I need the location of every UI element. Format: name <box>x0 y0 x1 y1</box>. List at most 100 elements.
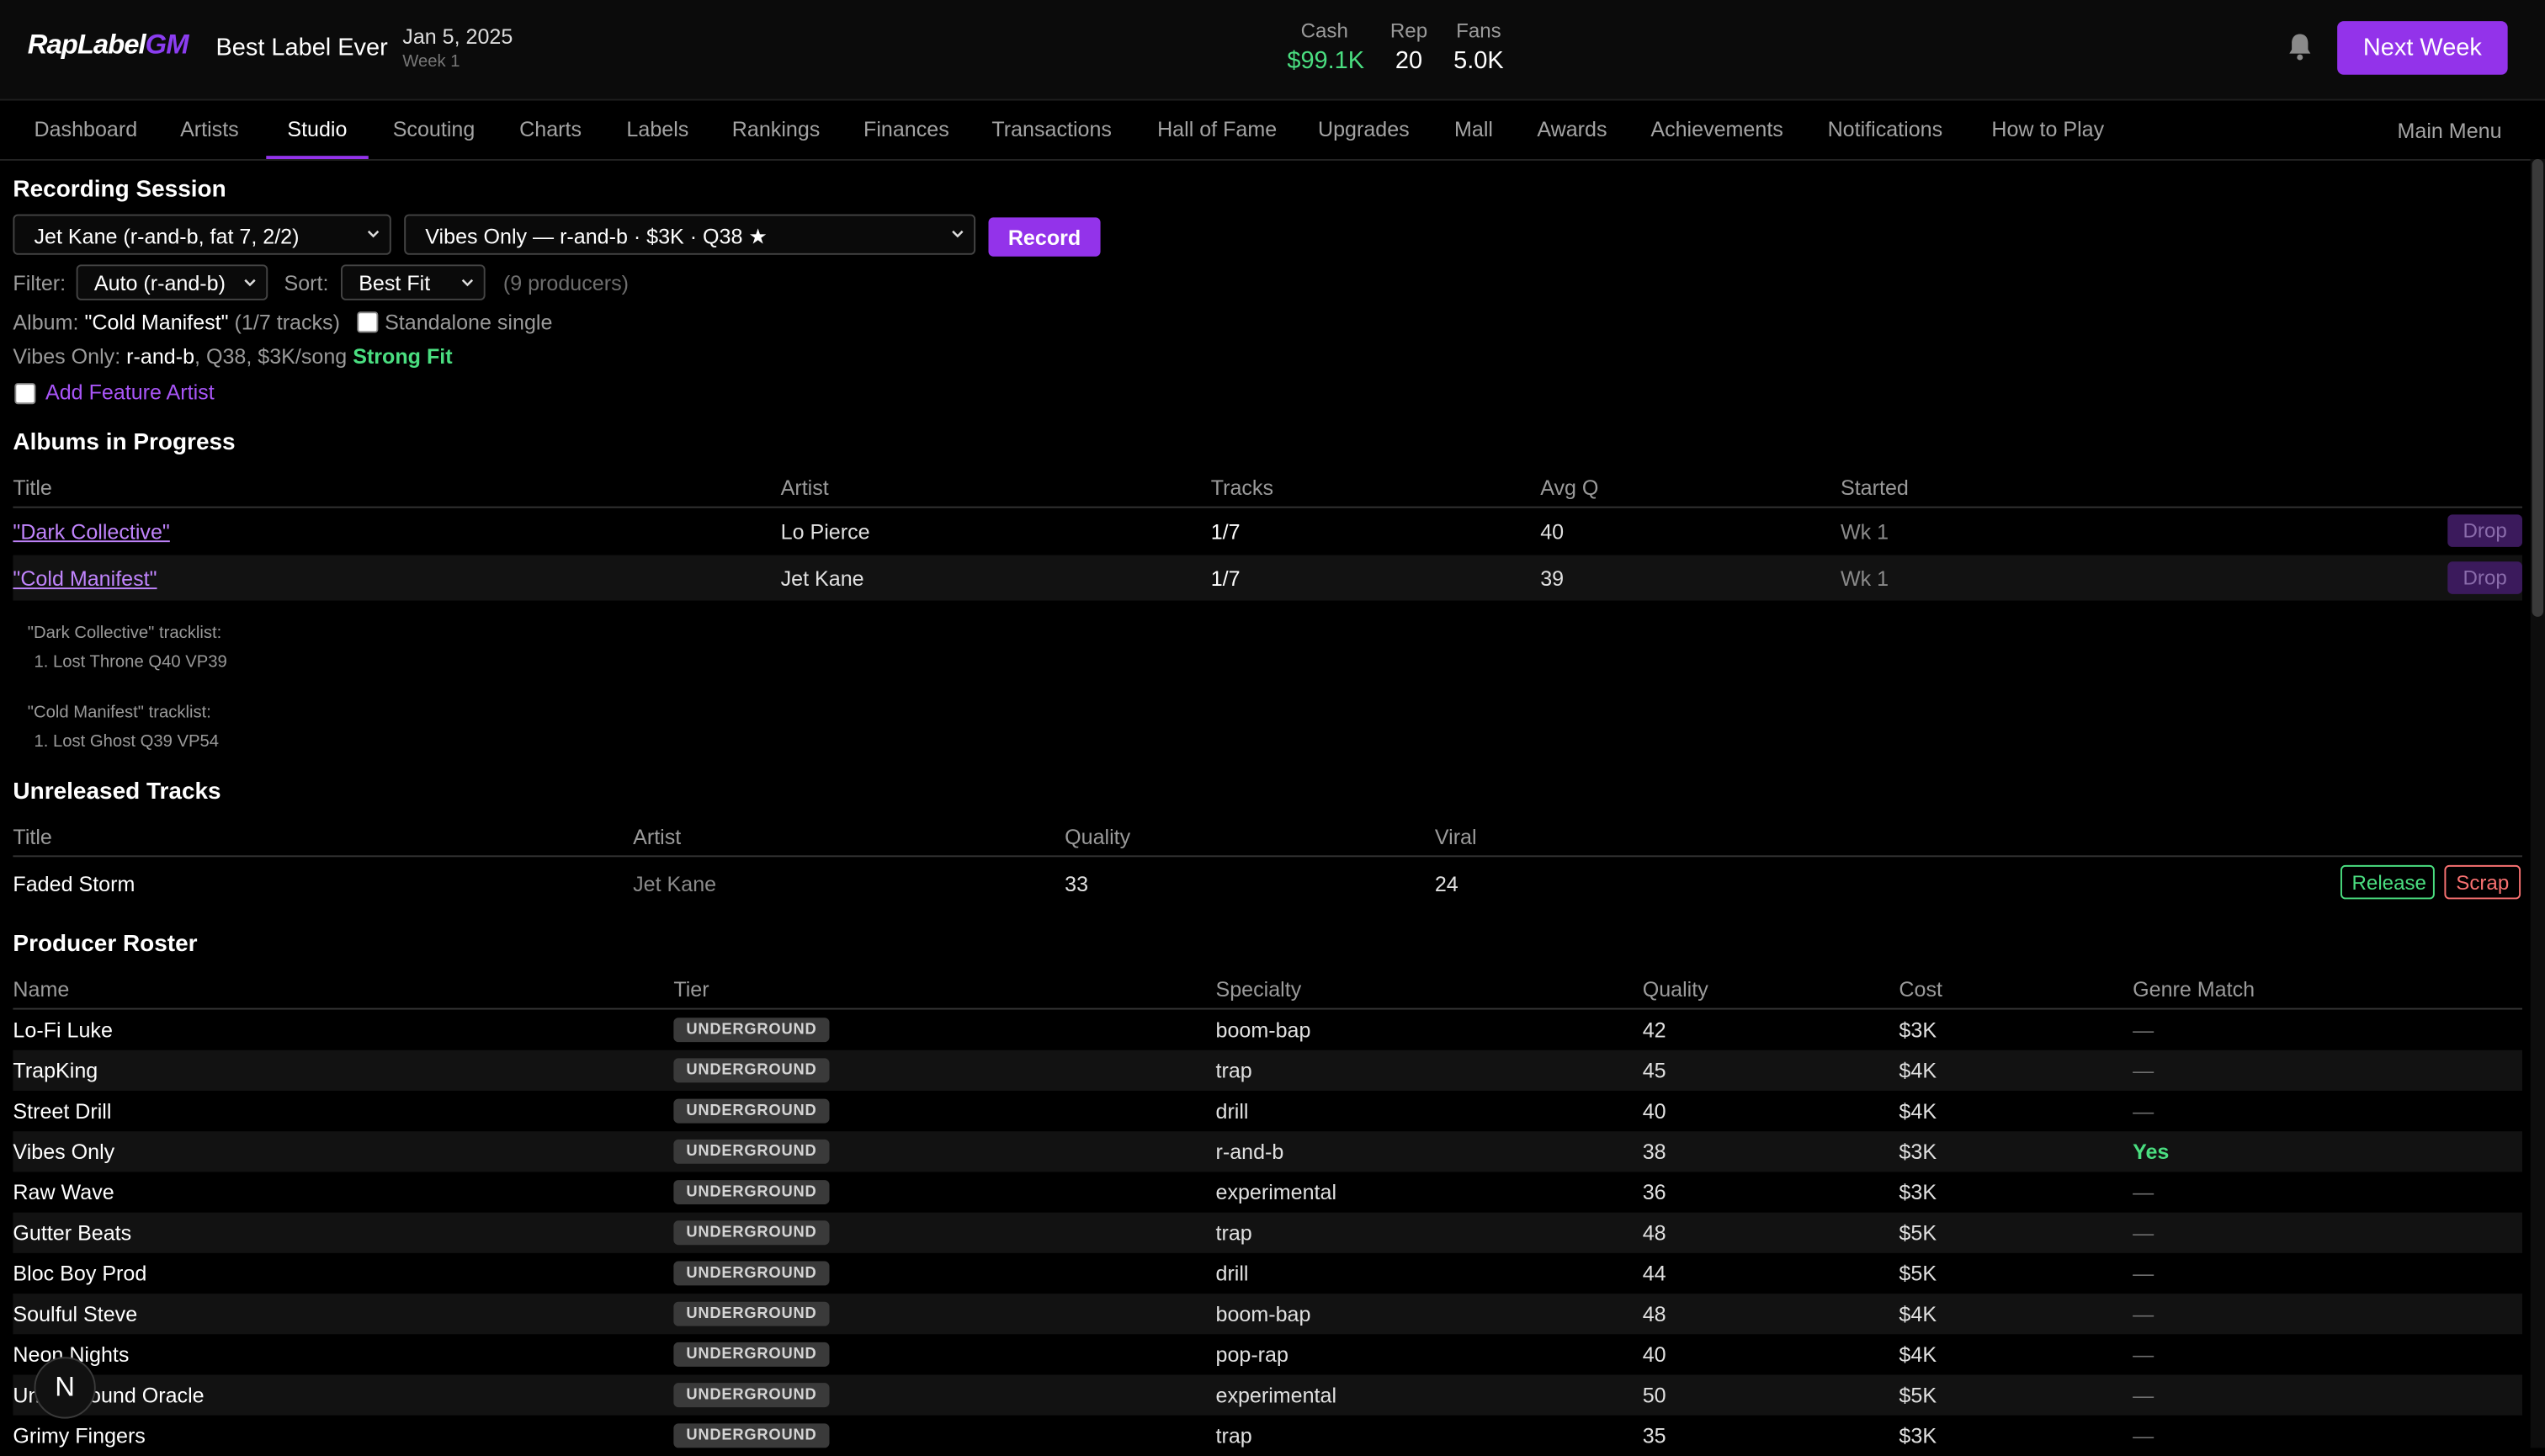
producer-row[interactable]: Lo-Fi Luke UNDERGROUND boom-bap 42 $3K — <box>13 1010 2522 1050</box>
producer-row[interactable]: Grimy Fingers UNDERGROUND trap 35 $3K — <box>13 1416 2522 1456</box>
producer-select[interactable]: Vibes Only — r-and-b · $3K · Q38 ★ <box>404 214 976 255</box>
stat-fans-value: 5.0K <box>1453 46 1504 75</box>
chevron-down-icon <box>952 230 964 238</box>
feature-artist-checkbox[interactable] <box>14 383 36 405</box>
producer-row[interactable]: Soulful Steve UNDERGROUND boom-bap 48 $4K — <box>13 1294 2522 1335</box>
tier-badge: UNDERGROUND <box>673 1342 830 1367</box>
scrollbar-thumb[interactable] <box>2532 158 2544 617</box>
bell-icon[interactable] <box>2283 31 2316 64</box>
stat-rep: Rep 20 <box>1389 19 1428 75</box>
sort-select[interactable]: Best Fit <box>340 264 486 300</box>
logo-text: RapLabel <box>27 29 146 61</box>
artist-select[interactable]: Jet Kane (r-and-b, fat 7, 2/2) <box>13 214 391 255</box>
tier-badge: UNDERGROUND <box>673 1301 830 1326</box>
stat-cash-value: $99.1K <box>1287 46 1365 75</box>
artist-select-value: Jet Kane (r-and-b, fat 7, 2/2) <box>34 224 300 249</box>
producer-row[interactable]: Street Drill UNDERGROUND drill 40 $4K — <box>13 1091 2522 1131</box>
chevron-down-icon <box>367 230 380 238</box>
drop-album-button[interactable]: Drop <box>2447 514 2522 547</box>
tier-badge: UNDERGROUND <box>673 1058 830 1083</box>
add-feature-artist-label[interactable]: Add Feature Artist <box>45 380 215 404</box>
tracklist-item: 1. Lost Throne Q40 VP39 <box>34 652 227 672</box>
producer-genre-match: — <box>2133 1301 2154 1326</box>
producer-quality: 35 <box>1642 1423 1666 1448</box>
album-row: "Dark Collective" Lo Pierce 1/7 40 Wk 1 … <box>13 508 2522 554</box>
producer-specialty: trap <box>1215 1423 1252 1448</box>
main-menu-link[interactable]: Main Menu <box>2397 119 2501 143</box>
tier-badge: UNDERGROUND <box>673 1018 830 1043</box>
producer-name: Soulful Steve <box>13 1301 138 1326</box>
top-bar: RapLabelGM Best Label Ever Jan 5, 2025 W… <box>0 0 2545 101</box>
col-header-title: Title <box>13 824 52 849</box>
tab-awards[interactable]: Awards <box>1537 117 1607 141</box>
unreleased-track-row: Faded Storm Jet Kane 33 24 Release Scrap <box>13 857 2522 907</box>
col-header-quality: Quality <box>1065 824 1131 849</box>
producer-specialty: experimental <box>1215 1383 1337 1408</box>
producer-specialty: boom-bap <box>1215 1301 1311 1326</box>
tab-notifications[interactable]: Notifications <box>1828 117 1943 141</box>
producer-genre-match: — <box>2133 1423 2154 1448</box>
producer-row[interactable]: Neon Nights UNDERGROUND pop-rap 40 $4K — <box>13 1334 2522 1374</box>
col-header-title: Title <box>13 476 52 500</box>
producer-name: Lo-Fi Luke <box>13 1018 113 1043</box>
fit-producer-name: Vibes Only: <box>13 343 121 369</box>
fit-producer-genre: r-and-b <box>126 343 195 369</box>
stat-rep-value: 20 <box>1395 46 1423 75</box>
fit-badge: Strong Fit <box>353 343 453 369</box>
producer-row[interactable]: Vibes Only UNDERGROUND r-and-b 38 $3K Yes <box>13 1131 2522 1172</box>
tab-rankings[interactable]: Rankings <box>732 117 821 141</box>
album-title-link[interactable]: "Cold Manifest" <box>13 566 157 591</box>
producer-quality: 48 <box>1642 1220 1666 1246</box>
producer-genre-match: — <box>2133 1261 2154 1286</box>
page-scrollbar[interactable] <box>2530 158 2545 1448</box>
tab-artists[interactable]: Artists <box>180 117 239 141</box>
producer-genre-match: — <box>2133 1098 2154 1124</box>
producer-row[interactable]: Gutter Beats UNDERGROUND trap 48 $5K — <box>13 1212 2522 1253</box>
album-label: Album: <box>13 310 79 335</box>
standalone-single-label: Standalone single <box>385 310 553 335</box>
tab-charts[interactable]: Charts <box>519 117 582 141</box>
release-track-button[interactable]: Release <box>2340 864 2435 900</box>
app-logo[interactable]: RapLabelGM <box>28 29 189 62</box>
producer-quality: 48 <box>1642 1301 1666 1326</box>
tab-labels[interactable]: Labels <box>626 117 688 141</box>
producer-genre-match: — <box>2133 1058 2154 1083</box>
tab-finances[interactable]: Finances <box>863 117 949 141</box>
tab-upgrades[interactable]: Upgrades <box>1318 117 1410 141</box>
tab-dashboard[interactable]: Dashboard <box>34 117 137 141</box>
record-button[interactable]: Record <box>988 217 1101 257</box>
producer-genre-match: — <box>2133 1180 2154 1204</box>
tab-how-to-play[interactable]: How to Play <box>1991 117 2104 141</box>
producer-row[interactable]: Underground Oracle UNDERGROUND experimenta… <box>13 1374 2522 1416</box>
scrap-track-button[interactable]: Scrap <box>2444 864 2521 900</box>
producer-row[interactable]: TrapKing UNDERGROUND trap 45 $4K — <box>13 1049 2522 1091</box>
drop-album-button[interactable]: Drop <box>2447 561 2522 594</box>
next-week-button[interactable]: Next Week <box>2337 21 2508 75</box>
producer-row[interactable]: Bloc Boy Prod UNDERGROUND drill 44 $5K — <box>13 1253 2522 1294</box>
album-title-link[interactable]: "Dark Collective" <box>13 519 169 544</box>
tracklist-cold-manifest: "Cold Manifest" tracklist: 1. Lost Ghost… <box>28 698 219 756</box>
section-title-recording: Recording Session <box>13 177 226 204</box>
producer-cost: $3K <box>1899 1018 1937 1043</box>
album-started: Wk 1 <box>1840 519 1889 545</box>
section-title-unreleased: Unreleased Tracks <box>13 778 221 805</box>
filter-select[interactable]: Auto (r-and-b) <box>76 264 268 300</box>
tier-badge: UNDERGROUND <box>673 1383 830 1408</box>
floating-n-badge[interactable]: N <box>34 1357 96 1419</box>
tab-studio[interactable]: Studio <box>287 117 347 141</box>
tab-transactions[interactable]: Transactions <box>991 117 1112 141</box>
standalone-single-checkbox[interactable] <box>357 311 379 333</box>
current-date: Jan 5, 2025 <box>402 24 513 49</box>
col-header-tier: Tier <box>673 976 709 1002</box>
tab-achievements[interactable]: Achievements <box>1650 117 1783 141</box>
section-title-albums: Albums in Progress <box>13 430 236 456</box>
tab-hall-of-fame[interactable]: Hall of Fame <box>1157 117 1277 141</box>
producer-specialty: drill <box>1215 1261 1249 1286</box>
main-nav: Dashboard Artists Studio Scouting Charts… <box>0 100 2545 161</box>
col-header-cost: Cost <box>1899 976 1942 1002</box>
producer-genre-match: — <box>2133 1220 2154 1246</box>
producer-row[interactable]: Raw Wave UNDERGROUND experimental 36 $3K — <box>13 1172 2522 1212</box>
tab-mall[interactable]: Mall <box>1454 117 1493 141</box>
producer-cost: $3K <box>1899 1423 1937 1448</box>
tab-scouting[interactable]: Scouting <box>393 117 476 141</box>
